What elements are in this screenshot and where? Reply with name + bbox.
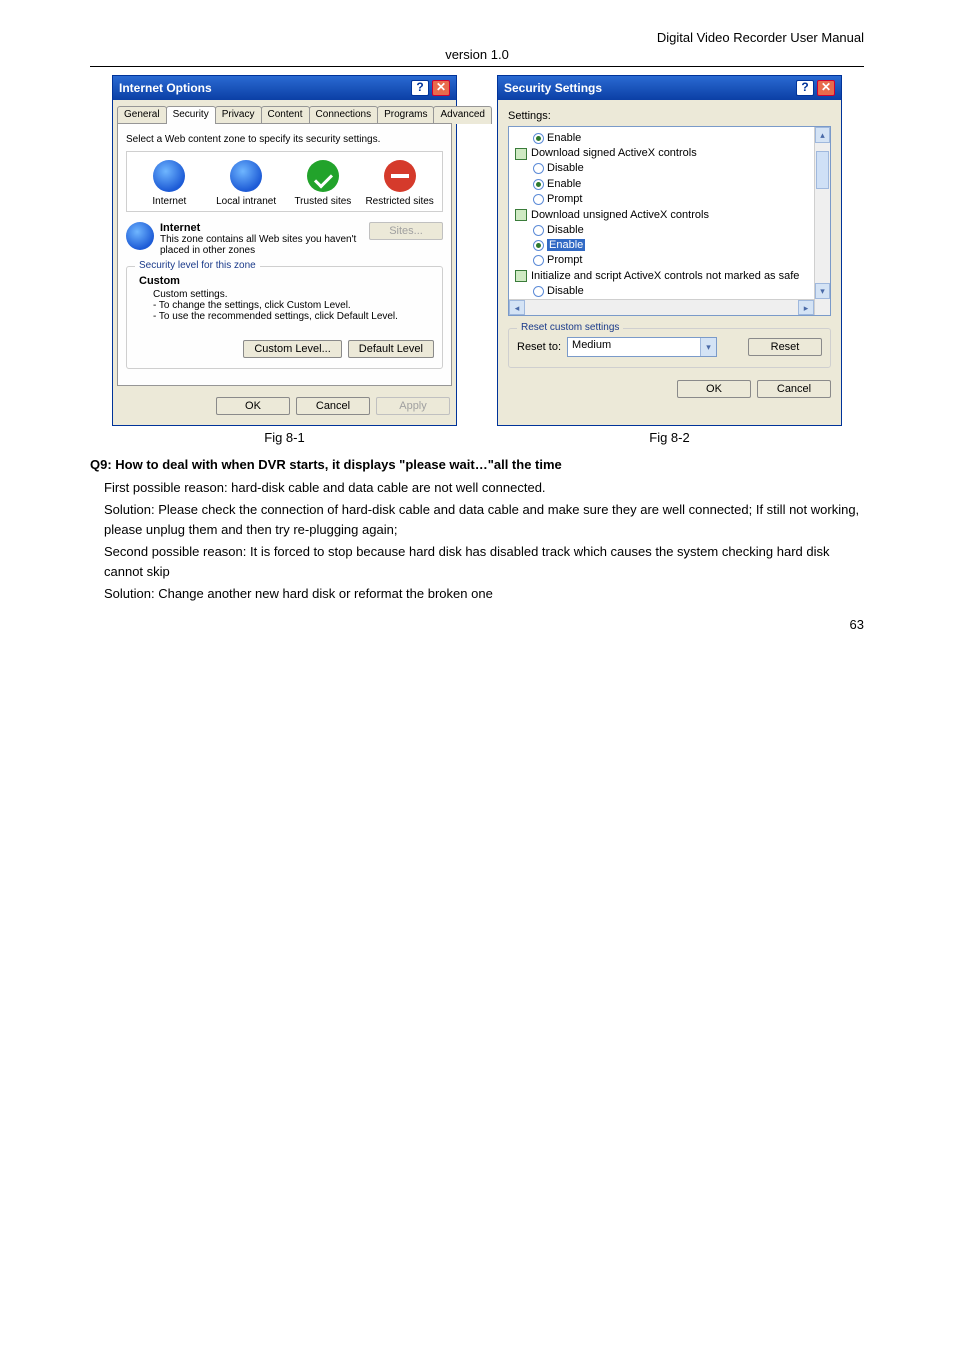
zone-list: Internet Local intranet Trusted sites Re… xyxy=(126,151,443,212)
cancel-button[interactable]: Cancel xyxy=(757,380,831,398)
caption-fig-8-2: Fig 8-2 xyxy=(497,430,842,445)
grp-initialize-script: Initialize and script ActiveX controls n… xyxy=(531,269,799,284)
default-level-button[interactable]: Default Level xyxy=(348,340,434,358)
radio-icon[interactable] xyxy=(533,240,544,251)
caption-fig-8-1: Fig 8-1 xyxy=(112,430,457,445)
globe-icon xyxy=(126,222,154,250)
scroll-up-icon[interactable]: ▴ xyxy=(815,127,830,143)
tab-connections[interactable]: Connections xyxy=(309,106,379,124)
grp-download-signed: Download signed ActiveX controls xyxy=(531,146,697,161)
security-level-line1: Custom settings. xyxy=(153,289,434,300)
tab-programs[interactable]: Programs xyxy=(377,106,434,124)
opt-disable: Disable xyxy=(547,224,584,236)
tab-privacy[interactable]: Privacy xyxy=(215,106,262,124)
custom-level-button[interactable]: Custom Level... xyxy=(243,340,341,358)
radio-icon[interactable] xyxy=(533,133,544,144)
check-icon xyxy=(307,160,339,192)
zone-trusted-label: Trusted sites xyxy=(287,196,359,207)
manual-title: Digital Video Recorder User Manual xyxy=(90,30,864,45)
ok-button[interactable]: OK xyxy=(216,397,290,415)
zone-restricted-sites[interactable]: Restricted sites xyxy=(364,160,436,207)
settings-label: Settings: xyxy=(508,110,831,122)
ok-button[interactable]: OK xyxy=(677,380,751,398)
q9-p4: Solution: Change another new hard disk o… xyxy=(90,584,864,604)
gear-icon xyxy=(515,209,527,221)
sites-button[interactable]: Sites... xyxy=(369,222,443,240)
gear-icon xyxy=(515,270,527,282)
scroll-left-icon[interactable]: ◂ xyxy=(509,300,525,315)
opt-disable: Disable xyxy=(547,162,584,174)
security-level-name: Custom xyxy=(139,275,434,287)
help-icon[interactable]: ? xyxy=(796,80,814,96)
security-settings-title: Security Settings xyxy=(504,81,602,95)
radio-icon[interactable] xyxy=(533,194,544,205)
zone-trusted-sites[interactable]: Trusted sites xyxy=(287,160,359,207)
close-icon[interactable]: ✕ xyxy=(432,80,450,96)
tab-advanced[interactable]: Advanced xyxy=(433,106,491,124)
zone-desc-text: This zone contains all Web sites you hav… xyxy=(160,234,363,256)
security-settings-dialog: Security Settings ? ✕ Settings: Enable D… xyxy=(497,75,842,426)
radio-icon[interactable] xyxy=(533,179,544,190)
security-settings-titlebar: Security Settings ? ✕ xyxy=(498,76,841,100)
apply-button[interactable]: Apply xyxy=(376,397,450,415)
q9-p1: First possible reason: hard-disk cable a… xyxy=(90,478,864,498)
version-label: version 1.0 xyxy=(90,47,864,62)
q9-heading: Q9: How to deal with when DVR starts, it… xyxy=(90,455,864,475)
tab-security[interactable]: Security xyxy=(166,106,216,124)
security-level-line2: - To change the settings, click Custom L… xyxy=(153,300,434,311)
internet-options-titlebar: Internet Options ? ✕ xyxy=(113,76,456,100)
zone-restricted-label: Restricted sites xyxy=(364,196,436,207)
horizontal-scrollbar[interactable]: ◂ ▸ xyxy=(509,299,814,315)
tab-general[interactable]: General xyxy=(117,106,167,124)
zone-instruction: Select a Web content zone to specify its… xyxy=(126,134,443,145)
internet-options-dialog: Internet Options ? ✕ General Security Pr… xyxy=(112,75,457,426)
scroll-down-icon[interactable]: ▾ xyxy=(815,283,830,299)
opt-disable: Disable xyxy=(547,285,584,297)
gear-icon xyxy=(515,148,527,160)
opt-prompt: Prompt xyxy=(547,193,582,205)
page-number: 63 xyxy=(850,617,864,632)
reset-legend: Reset custom settings xyxy=(517,322,623,333)
radio-icon[interactable] xyxy=(533,255,544,266)
security-level-legend: Security level for this zone xyxy=(135,260,260,271)
scroll-right-icon[interactable]: ▸ xyxy=(798,300,814,315)
scroll-thumb[interactable] xyxy=(816,151,829,189)
internet-options-title: Internet Options xyxy=(119,81,212,95)
zone-internet[interactable]: Internet xyxy=(133,160,205,207)
q9-p3: Second possible reason: It is forced to … xyxy=(90,542,864,581)
globe-icon xyxy=(230,160,262,192)
reset-button[interactable]: Reset xyxy=(748,338,822,356)
zone-local-intranet[interactable]: Local intranet xyxy=(210,160,282,207)
reset-to-label: Reset to: xyxy=(517,341,561,353)
zone-internet-label: Internet xyxy=(133,196,205,207)
settings-tree[interactable]: Enable Download signed ActiveX controls … xyxy=(508,126,831,316)
radio-icon[interactable] xyxy=(533,163,544,174)
vertical-scrollbar[interactable]: ▴ ▾ xyxy=(814,127,830,315)
zone-intranet-label: Local intranet xyxy=(210,196,282,207)
q9-p2: Solution: Please check the connection of… xyxy=(90,500,864,539)
header-divider xyxy=(90,66,864,67)
reset-to-select[interactable]: Medium ▾ xyxy=(567,337,717,357)
tab-content[interactable]: Content xyxy=(261,106,310,124)
opt-prompt: Prompt xyxy=(547,254,582,266)
restricted-icon xyxy=(384,160,416,192)
radio-icon[interactable] xyxy=(533,225,544,236)
opt-enable-highlighted: Enable xyxy=(547,239,585,251)
opt-enable: Enable xyxy=(547,178,581,190)
grp-download-unsigned: Download unsigned ActiveX controls xyxy=(531,208,709,223)
security-level-line3: - To use the recommended settings, click… xyxy=(153,311,434,322)
cancel-button[interactable]: Cancel xyxy=(296,397,370,415)
opt-enable: Enable xyxy=(547,132,581,144)
close-icon[interactable]: ✕ xyxy=(817,80,835,96)
reset-to-value: Medium xyxy=(572,339,611,351)
zone-desc-title: Internet xyxy=(160,222,363,234)
chevron-down-icon[interactable]: ▾ xyxy=(700,338,716,356)
internet-options-tabs: General Security Privacy Content Connect… xyxy=(117,106,452,124)
globe-icon xyxy=(153,160,185,192)
help-icon[interactable]: ? xyxy=(411,80,429,96)
radio-icon[interactable] xyxy=(533,286,544,297)
